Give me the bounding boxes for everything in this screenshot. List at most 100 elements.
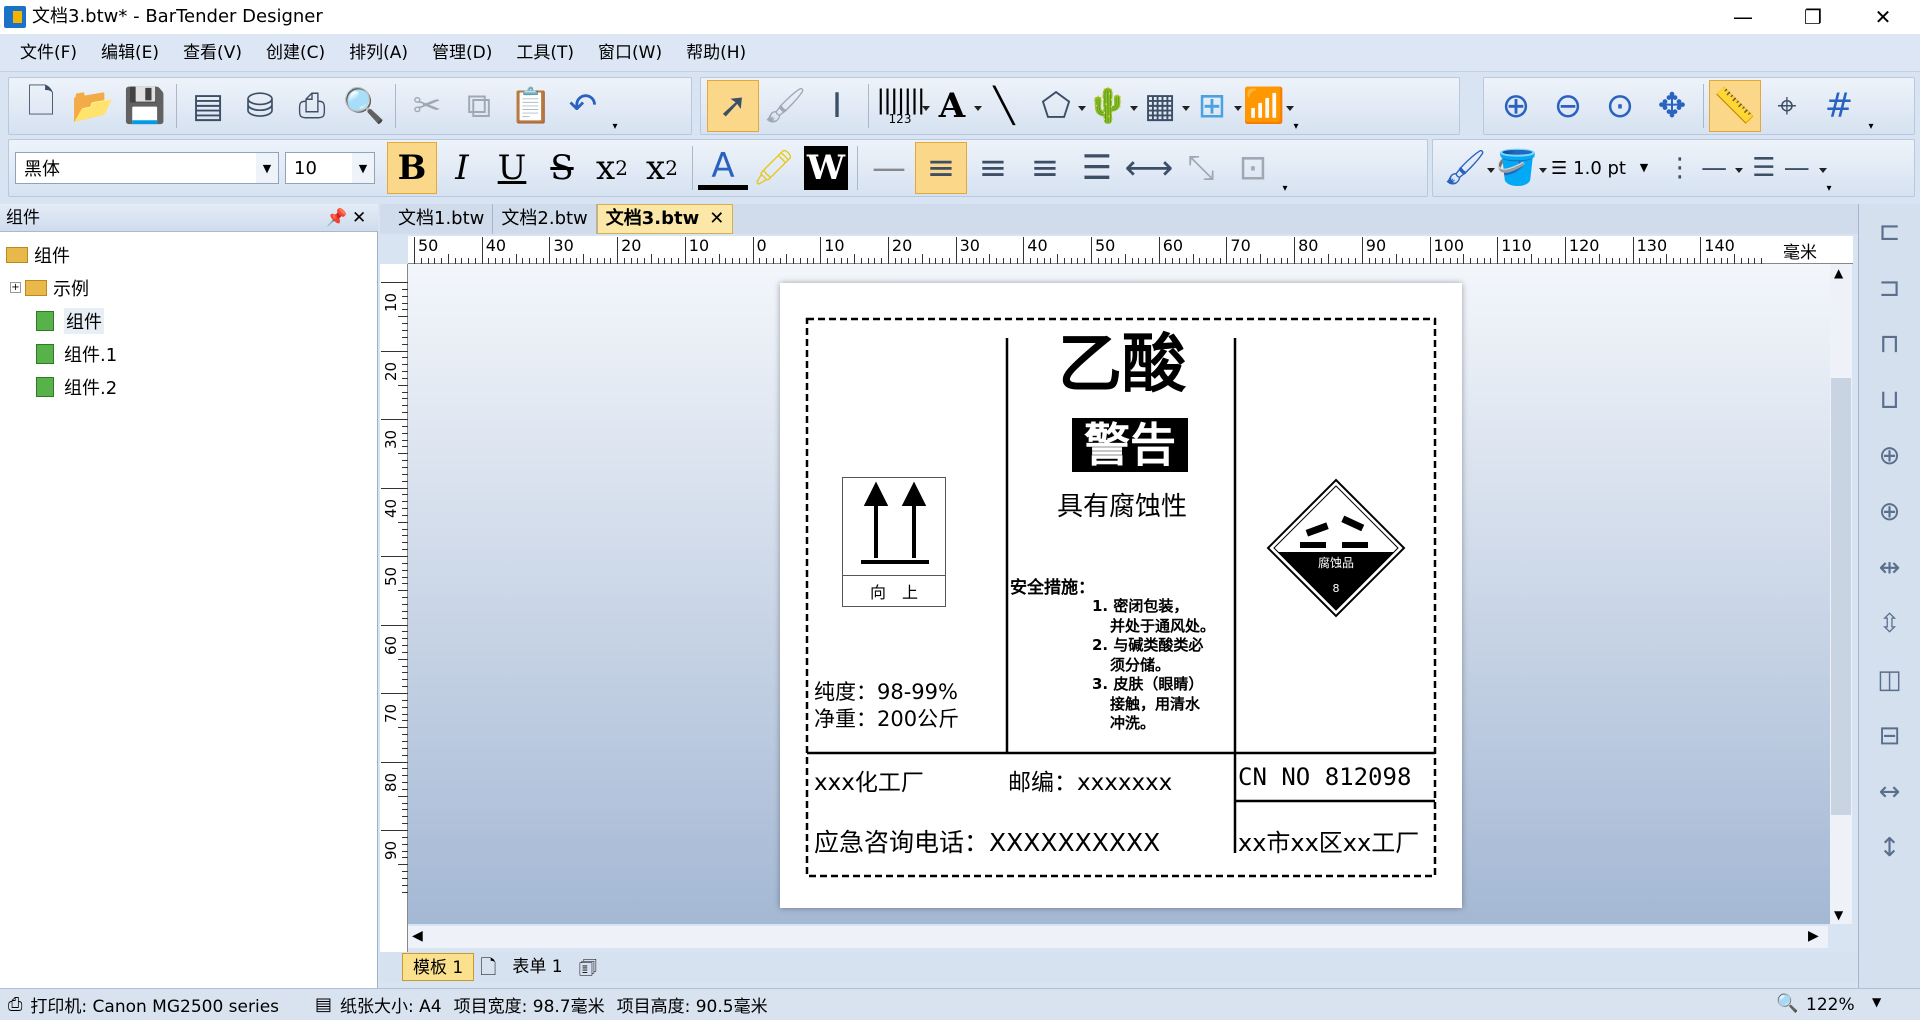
subscript-button[interactable]: x2: [587, 142, 637, 194]
line-tool-icon[interactable]: ╲: [978, 80, 1030, 132]
pin-icon[interactable]: 📌: [326, 204, 347, 232]
tree-item-root[interactable]: 组件: [6, 238, 366, 271]
ruler-toggle-icon[interactable]: 📏: [1709, 80, 1761, 132]
chevron-down-icon[interactable]: ▼: [1872, 995, 1881, 1009]
center-v-page-icon[interactable]: ⊟: [1868, 714, 1912, 758]
hazard-text[interactable]: 具有腐蚀性: [1010, 486, 1234, 523]
safety-title[interactable]: 安全措施：: [1010, 573, 1095, 598]
copy-icon[interactable]: ⧉: [453, 80, 505, 132]
align-bottom-objects-icon[interactable]: ⊔: [1868, 378, 1912, 422]
zoom-in-icon[interactable]: ⊕: [1490, 80, 1542, 132]
save-icon[interactable]: 💾: [119, 80, 171, 132]
select-pointer-icon[interactable]: ➚: [707, 80, 759, 132]
cut-icon[interactable]: ✂: [401, 80, 453, 132]
table-tool-icon[interactable]: ▦: [1134, 80, 1190, 132]
label-design[interactable]: 向 上 纯度：98-99% 净重：200公斤 乙酸 警告 具有腐蚀性 安全措施：…: [780, 283, 1462, 908]
align-center-h-icon[interactable]: ⊕: [1868, 490, 1912, 534]
align-center-v-icon[interactable]: ⊕: [1868, 434, 1912, 478]
menu-window[interactable]: 窗口(W): [586, 35, 674, 71]
chevron-right-icon[interactable]: ▶: [1808, 928, 1819, 944]
minimize-button[interactable]: —: [1708, 0, 1778, 34]
text-tool-icon[interactable]: A: [926, 80, 982, 132]
distribute-h-icon[interactable]: ⇹: [1868, 546, 1912, 590]
grid-toggle-icon[interactable]: #: [1813, 80, 1865, 132]
center-h-page-icon[interactable]: ◫: [1868, 658, 1912, 702]
emergency-phone[interactable]: 应急咨询电话：XXXXXXXXXX: [814, 823, 1160, 859]
toolbar-overflow-icon[interactable]: ▾: [1279, 142, 1291, 194]
menu-arrange[interactable]: 排列(A): [337, 35, 420, 71]
postcode-text[interactable]: 邮编：xxxxxxx: [1008, 763, 1172, 797]
font-size-combo[interactable]: 10 ▼: [285, 152, 375, 184]
align-center-icon[interactable]: ≡: [967, 142, 1019, 194]
menu-view[interactable]: 查看(V): [171, 35, 254, 71]
tab-template-1[interactable]: 模板 1: [402, 953, 475, 981]
line-style-icon[interactable]: —: [863, 142, 915, 194]
same-height-icon[interactable]: ↕: [1868, 826, 1912, 870]
line-color-icon[interactable]: 🖌: [1439, 142, 1495, 194]
text-cursor-icon[interactable]: Ⅰ: [811, 80, 863, 132]
format-painter-icon[interactable]: 🖌: [759, 80, 811, 132]
printer-status[interactable]: 打印机: Canon MG2500 series: [30, 992, 279, 1017]
close-tab-icon[interactable]: ✕: [709, 204, 724, 234]
menu-file[interactable]: 文件(F): [8, 35, 89, 71]
print-preview-icon[interactable]: 🔍: [338, 80, 390, 132]
zoom-out-icon[interactable]: ⊖: [1542, 80, 1594, 132]
same-width-icon[interactable]: ↔: [1868, 770, 1912, 814]
grid-object-icon[interactable]: ⊞: [1186, 80, 1242, 132]
warning-banner[interactable]: 警告: [1072, 418, 1188, 472]
zoom-level[interactable]: 122%: [1806, 995, 1855, 1015]
chevron-down-icon[interactable]: ▼: [256, 153, 278, 183]
cn-number[interactable]: CN NO 812098: [1238, 763, 1411, 791]
fill-color-icon[interactable]: 🪣: [1491, 142, 1547, 194]
factory-address[interactable]: xx市xx区xx工厂: [1238, 823, 1419, 858]
chevron-down-icon[interactable]: ▼: [1633, 152, 1655, 182]
print-icon[interactable]: ⎙: [286, 80, 338, 132]
dash-style-icon[interactable]: ⋮ —: [1655, 142, 1743, 194]
tree-item-examples[interactable]: + 示例: [6, 271, 366, 304]
open-folder-icon[interactable]: 📂: [67, 80, 119, 132]
line-end-icon[interactable]: ☰ —: [1739, 142, 1827, 194]
chevron-left-icon[interactable]: ◀: [412, 928, 423, 944]
tab-doc1[interactable]: 文档1.btw: [390, 204, 494, 234]
close-panel-icon[interactable]: ✕: [352, 204, 366, 232]
snap-guides-icon[interactable]: ⌖: [1761, 80, 1813, 132]
toolbar-overflow-icon[interactable]: ▾: [1865, 80, 1877, 132]
highlight-color-icon[interactable]: 🖍: [748, 142, 800, 194]
toolbar-overflow-icon[interactable]: ▾: [609, 80, 621, 132]
zoom-page-icon[interactable]: ✥: [1646, 80, 1698, 132]
align-right-objects-icon[interactable]: ⊐: [1868, 266, 1912, 310]
strikethrough-button[interactable]: S: [537, 142, 587, 194]
italic-button[interactable]: I: [437, 142, 487, 194]
chevron-up-icon[interactable]: ▲: [1834, 266, 1843, 280]
font-name-combo[interactable]: 黑体 ▼: [15, 152, 279, 184]
zoom-fit-icon[interactable]: ⊙: [1594, 80, 1646, 132]
tree-item-component[interactable]: 组件: [6, 304, 366, 337]
superscript-button[interactable]: x2: [637, 142, 687, 194]
rfid-icon[interactable]: 📶: [1238, 80, 1294, 132]
align-top-objects-icon[interactable]: ⊓: [1868, 322, 1912, 366]
scrollbar-thumb[interactable]: [1831, 378, 1851, 815]
text-color-button[interactable]: A: [698, 146, 748, 190]
fit-width-icon[interactable]: ⟷: [1123, 142, 1175, 194]
corrosive-hazard-diamond[interactable]: 腐蚀品 8: [1266, 478, 1406, 618]
align-right-icon[interactable]: ≡: [1019, 142, 1071, 194]
distribute-v-icon[interactable]: ⇳: [1868, 602, 1912, 646]
page-setup-icon[interactable]: ▤: [182, 80, 234, 132]
close-window-button[interactable]: ✕: [1848, 0, 1918, 34]
purity-text[interactable]: 纯度：98-99%: [814, 676, 958, 706]
align-left-objects-icon[interactable]: ⊏: [1868, 210, 1912, 254]
expand-icon[interactable]: +: [10, 282, 21, 293]
safety-measures[interactable]: 1. 密闭包装， 并处于通风处。 2. 与碱类酸类必 须分储。 3. 皮肤（眼睛…: [1092, 597, 1242, 734]
tab-doc3[interactable]: 文档3.btw ✕: [596, 204, 734, 234]
underline-button[interactable]: U: [487, 142, 537, 194]
new-template-icon[interactable]: 🗋: [474, 953, 502, 981]
line-weight-combo[interactable]: ☰ 1.0 pt ▼: [1543, 152, 1655, 184]
align-justify-icon[interactable]: ☰: [1071, 142, 1123, 194]
barcode-icon[interactable]: ||||||| 123: [874, 80, 930, 132]
resize-object-icon[interactable]: ⤡: [1175, 142, 1227, 194]
center-object-icon[interactable]: ⊡: [1227, 142, 1279, 194]
chevron-down-icon[interactable]: ▼: [1834, 908, 1843, 922]
menu-create[interactable]: 创建(C): [254, 35, 337, 71]
menu-help[interactable]: 帮助(H): [674, 35, 758, 71]
new-form-icon[interactable]: 🗊: [573, 953, 604, 981]
